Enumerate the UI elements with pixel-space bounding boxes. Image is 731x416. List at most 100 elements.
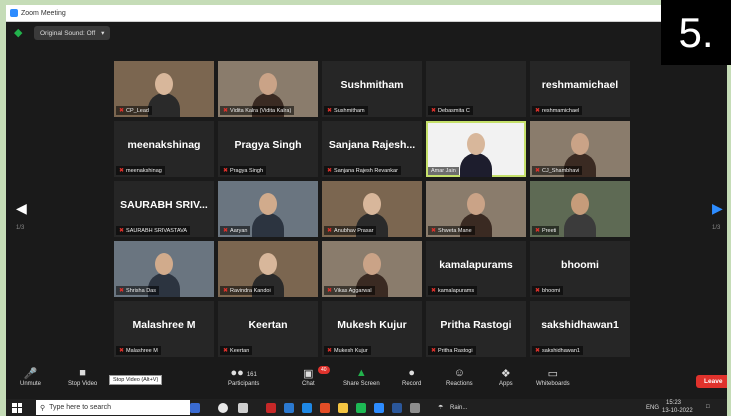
apps-label: Apps <box>499 381 513 387</box>
unmute-label: Unmute <box>20 381 42 387</box>
clock-time[interactable]: 15:23 <box>666 400 681 406</box>
zoom-taskbar-icon[interactable] <box>374 403 384 413</box>
previous-page-arrow-icon[interactable]: ◀ <box>16 200 27 217</box>
slide-number-badge: 5. <box>661 0 731 65</box>
cortana-icon[interactable] <box>218 403 228 413</box>
participant-face <box>363 253 381 275</box>
participant-tile[interactable]: ✖ Shweta Mane <box>426 181 526 237</box>
participant-name: Sanjana Rajesh Revankar <box>334 167 398 174</box>
participant-tile[interactable]: ✖ Debasmita C <box>426 61 526 117</box>
word-icon[interactable] <box>392 403 402 413</box>
language-indicator[interactable]: ENG <box>646 405 659 411</box>
participant-tile[interactable]: Amar Jain <box>426 121 526 177</box>
participant-tile[interactable]: ✖ Anubhav Prasar <box>322 181 422 237</box>
share-screen-button[interactable]: ▲ Share Screen <box>343 367 380 387</box>
original-sound-button[interactable]: Original Sound: Off ▾ <box>34 26 111 40</box>
participant-display-name: SAURABH SRIV... <box>120 199 208 211</box>
participant-name: Sushmitham <box>334 107 365 114</box>
participant-name-label: ✖ Preeti <box>532 226 560 235</box>
participant-tile[interactable]: ✖ Shrisha Das <box>114 241 214 297</box>
participants-button[interactable]: ●● 161 Participants <box>228 367 259 387</box>
chat-icon: ▣ <box>303 368 314 380</box>
shield-icon[interactable]: ◆ <box>14 27 24 39</box>
participant-tile[interactable]: bhoomi ✖ bhoomi <box>530 241 630 297</box>
reactions-button[interactable]: ☺ Reactions <box>446 367 473 387</box>
windows-start-icon[interactable] <box>12 402 22 413</box>
participant-name: kamalapurams <box>438 287 475 294</box>
participant-name-label: ✖ Debasmita C <box>428 106 473 115</box>
participants-icon: ●● 161 <box>230 367 257 379</box>
stop-video-label: Stop Video <box>68 381 98 387</box>
taskbar-app-icon[interactable] <box>284 403 294 413</box>
zoom-window: Zoom Meeting ◆ Original Sound: Off ▾ ◀ 1… <box>6 5 727 416</box>
chat-unread-badge: 40 <box>318 366 330 374</box>
participant-name-label: ✖ Ravindra Kandoi <box>220 286 274 295</box>
mic-muted-icon: ✖ <box>327 228 333 234</box>
title-bar: Zoom Meeting <box>6 5 727 22</box>
taskbar-app-icon[interactable] <box>190 403 200 413</box>
stop-video-button[interactable]: ■ Stop Video <box>68 367 97 387</box>
participant-name: bhoomi <box>542 287 561 294</box>
weather-label[interactable]: Rain... <box>450 405 467 411</box>
participants-count: 161 <box>246 372 257 378</box>
clock-date[interactable]: 13-10-2022 <box>662 408 693 414</box>
participant-tile[interactable]: meenakshinag ✖ meenakshinag <box>114 121 214 177</box>
participant-tile[interactable]: sakshidhawan1 ✖ sakshidhawan1 <box>530 301 630 357</box>
participant-face <box>155 253 173 275</box>
participant-tile[interactable]: ✖ Ravindra Kandoi <box>218 241 318 297</box>
participant-tile[interactable]: reshmamichael ✖ reshmamichael <box>530 61 630 117</box>
taskbar-app-icon[interactable] <box>266 403 276 413</box>
participant-name: CP_Lead <box>126 107 149 114</box>
mic-muted-icon: ✖ <box>535 348 541 354</box>
office-icon[interactable] <box>320 403 330 413</box>
participant-name: CJ_Shambhavi <box>542 167 580 174</box>
chat-button[interactable]: ▣ Chat <box>302 367 315 387</box>
participant-name: Malashree M <box>126 347 158 354</box>
participant-tile[interactable]: kamalapurams ✖ kamalapurams <box>426 241 526 297</box>
search-icon: ⚲ <box>40 404 46 412</box>
participant-tile[interactable]: ✖ CJ_Shambhavi <box>530 121 630 177</box>
whiteboards-button[interactable]: ▭ Whiteboards <box>536 367 570 387</box>
unmute-button[interactable]: 🎤 Unmute <box>20 367 41 387</box>
windows-taskbar: ⚲ Type here to search <box>6 399 727 416</box>
record-button[interactable]: ● Record <box>402 367 421 387</box>
task-view-icon[interactable] <box>238 403 248 413</box>
participant-face <box>155 73 173 95</box>
spotify-icon[interactable] <box>356 403 366 413</box>
participant-tile[interactable]: Mukesh Kujur ✖ Mukesh Kujur <box>322 301 422 357</box>
notifications-icon[interactable]: □ <box>706 404 710 410</box>
taskbar-app-icon[interactable] <box>410 403 420 413</box>
participant-tile[interactable]: ✖ Vidita Kalra (Vidita Kalra) <box>218 61 318 117</box>
participant-tile[interactable]: ✖ Aaryan <box>218 181 318 237</box>
participant-name: meenakshinag <box>126 167 162 174</box>
original-sound-label: Original Sound: Off <box>40 29 96 37</box>
participant-tile[interactable]: Sanjana Rajesh... ✖ Sanjana Rajesh Revanka… <box>322 121 422 177</box>
participant-tile[interactable]: ✖ Vikas Aggarwal <box>322 241 422 297</box>
participant-tile[interactable]: Keertan ✖ Keertan <box>218 301 318 357</box>
participant-tile[interactable]: Pragya Singh ✖ Pragya Singh <box>218 121 318 177</box>
mic-muted-icon: ✖ <box>535 228 541 234</box>
next-page-arrow-icon[interactable]: ▶ <box>712 200 723 217</box>
mic-muted-icon: ✖ <box>223 168 229 174</box>
taskbar-search-input[interactable]: ⚲ Type here to search <box>36 400 190 415</box>
video-camera-icon: ■ <box>79 367 86 379</box>
participant-display-name: reshmamichael <box>541 79 619 91</box>
participant-name-label: ✖ Pragya Singh <box>220 166 267 175</box>
participant-tile[interactable]: ✖ CP_Lead <box>114 61 214 117</box>
mic-muted-icon: ✖ <box>223 348 229 354</box>
participant-tile[interactable]: Pritha Rastogi ✖ Pritha Rastogi <box>426 301 526 357</box>
participant-display-name: Sanjana Rajesh... <box>328 139 416 151</box>
participant-tile[interactable]: Malashree M ✖ Malashree M <box>114 301 214 357</box>
participant-tile[interactable]: Sushmitham ✖ Sushmitham <box>322 61 422 117</box>
file-explorer-icon[interactable] <box>338 403 348 413</box>
participant-tile[interactable]: SAURABH SRIV... ✖ SAURABH SRIVASTAVA <box>114 181 214 237</box>
participant-body <box>460 153 492 177</box>
apps-button[interactable]: ❖ Apps <box>499 367 513 387</box>
chat-label: Chat <box>302 381 315 387</box>
meeting-top-bar: ◆ Original Sound: Off ▾ <box>6 22 727 44</box>
participant-name-label: ✖ reshmamichael <box>532 106 583 115</box>
leave-button[interactable]: Leave <box>696 375 727 388</box>
participant-tile[interactable]: ✖ Preeti <box>530 181 630 237</box>
edge-icon[interactable] <box>302 403 312 413</box>
participant-name: Ravindra Kandoi <box>230 287 271 294</box>
